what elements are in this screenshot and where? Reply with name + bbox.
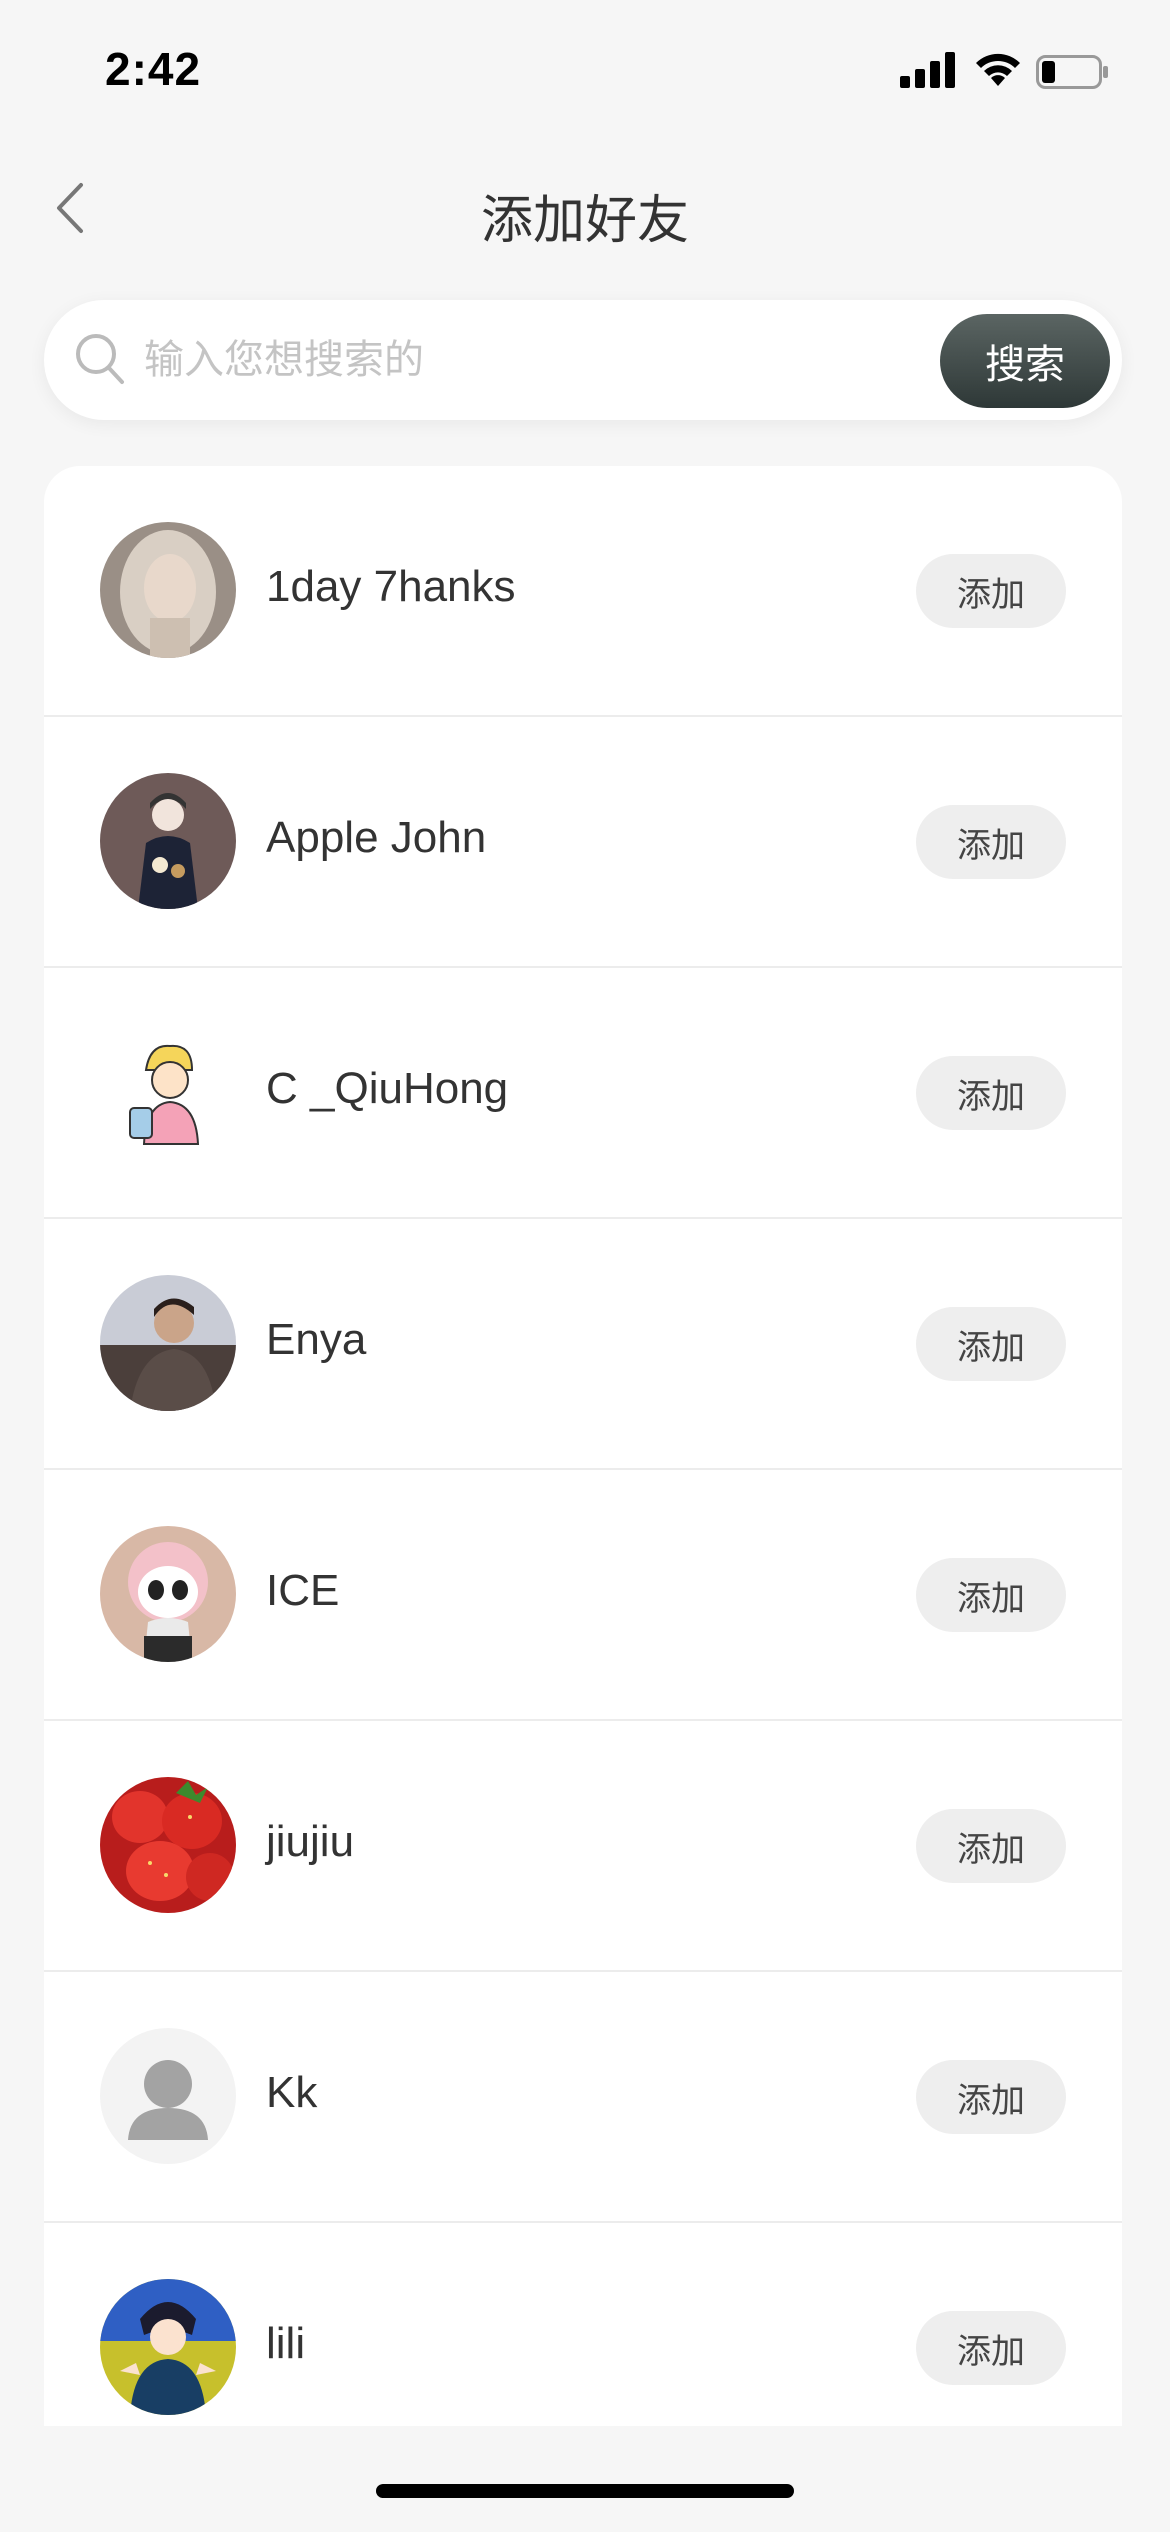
add-friend-button[interactable]: 添加 — [916, 554, 1066, 628]
friend-name: Apple John — [266, 813, 487, 862]
avatar[interactable] — [100, 1777, 236, 1913]
list-item: Kk 添加 — [44, 1972, 1122, 2223]
search-input[interactable] — [144, 322, 964, 398]
friend-name: C _QiuHong — [266, 1064, 509, 1113]
list-item: C _QiuHong 添加 — [44, 968, 1122, 1219]
friend-name: lili — [266, 2319, 306, 2368]
search-bar: 搜索 — [44, 300, 1122, 420]
add-friend-button[interactable]: 添加 — [916, 2311, 1066, 2385]
list-item: Apple John 添加 — [44, 717, 1122, 968]
avatar[interactable] — [100, 1275, 236, 1411]
avatar[interactable] — [100, 1526, 236, 1662]
search-icon — [76, 334, 124, 384]
avatar[interactable] — [100, 773, 236, 909]
add-friend-button[interactable]: 添加 — [916, 805, 1066, 879]
friend-list: 1day 7hanks 添加 Apple John 添加 C _QiuHong … — [44, 466, 1122, 2426]
add-friend-button[interactable]: 添加 — [916, 2060, 1066, 2134]
search-button[interactable]: 搜索 — [940, 314, 1110, 408]
friend-name: 1day 7hanks — [266, 562, 516, 611]
friend-name: Kk — [266, 2068, 318, 2117]
add-friend-button[interactable]: 添加 — [916, 1056, 1066, 1130]
list-item: jiujiu 添加 — [44, 1721, 1122, 1972]
status-bar: 2:42 — [0, 0, 1170, 150]
add-friend-button[interactable]: 添加 — [916, 1809, 1066, 1883]
page-title: 添加好友 — [480, 191, 689, 251]
avatar[interactable] — [100, 2028, 236, 2164]
friend-name: Enya — [266, 1315, 367, 1364]
list-item: 1day 7hanks 添加 — [44, 466, 1122, 717]
list-item: ICE 添加 — [44, 1470, 1122, 1721]
home-indicator — [376, 2484, 794, 2498]
status-time: 2:42 — [105, 43, 202, 95]
avatar[interactable] — [100, 1024, 236, 1160]
nav-bar: 添加好友 — [0, 150, 1170, 270]
avatar[interactable] — [100, 522, 236, 658]
friend-name: jiujiu — [266, 1817, 355, 1866]
add-friend-button[interactable]: 添加 — [916, 1558, 1066, 1632]
add-friend-button[interactable]: 添加 — [916, 1307, 1066, 1381]
list-item: lili 添加 — [44, 2223, 1122, 2426]
wifi-icon — [976, 53, 1020, 86]
cellular-signal-icon — [900, 52, 955, 88]
battery-icon — [1036, 55, 1108, 89]
avatar[interactable] — [100, 2279, 236, 2415]
list-item: Enya 添加 — [44, 1219, 1122, 1470]
friend-name: ICE — [266, 1566, 340, 1615]
